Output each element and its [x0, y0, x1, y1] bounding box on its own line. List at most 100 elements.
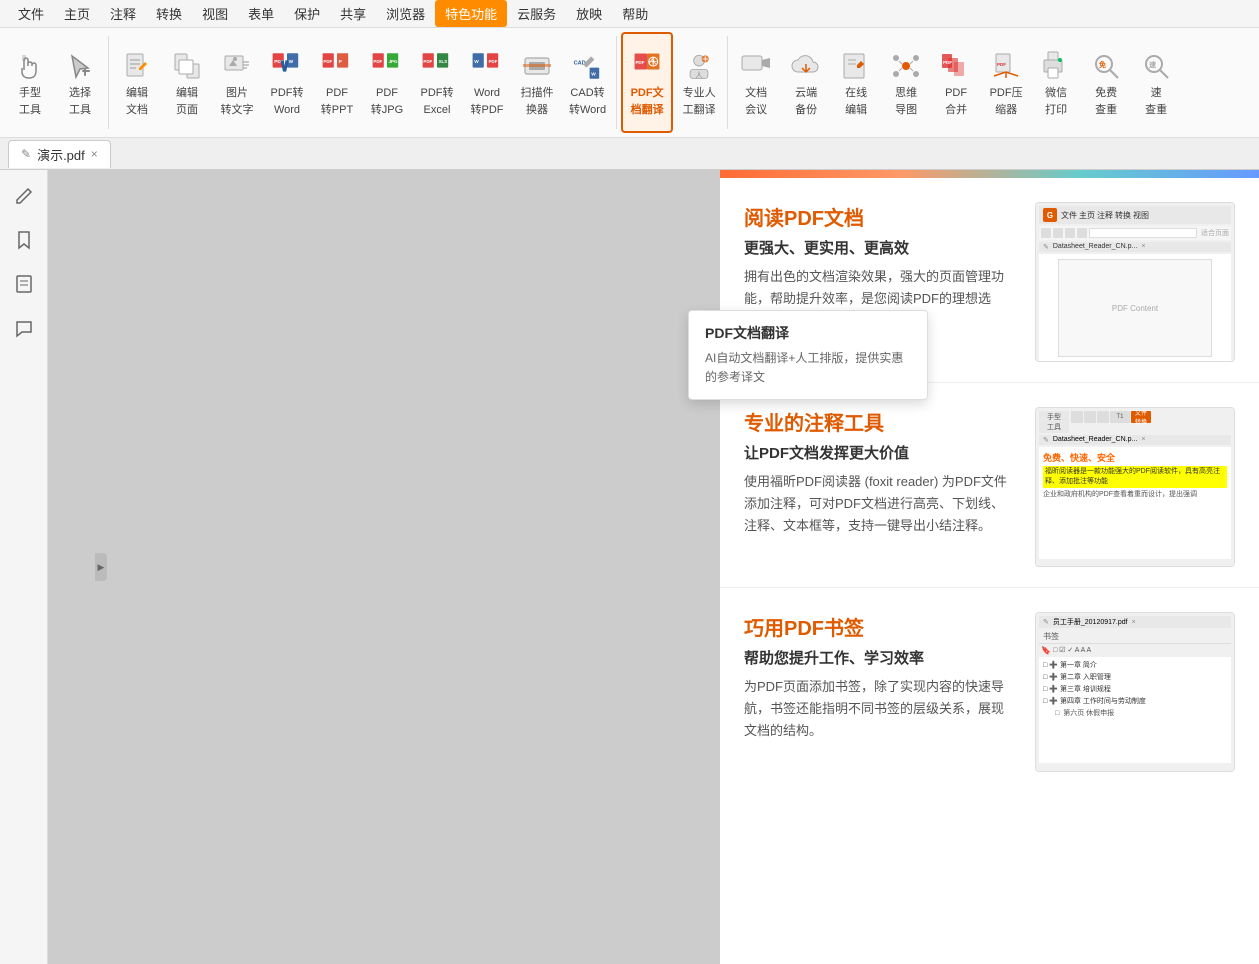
online-edit-label: 在线 [845, 86, 867, 100]
menu-item-browser[interactable]: 浏览器 [376, 0, 435, 27]
toolbar: 手型 工具 选择 工具 编辑 文档 [0, 28, 1259, 138]
pdf-translate-label2: 档翻译 [631, 103, 664, 117]
menu-item-view[interactable]: 视图 [192, 0, 238, 27]
pdf-compress-icon: PDF [988, 48, 1024, 84]
pdf-merge-label: PDF [945, 86, 967, 100]
tab-close-button[interactable]: × [91, 147, 98, 161]
hand-tool-label2: 工具 [19, 103, 41, 117]
menu-item-convert[interactable]: 转换 [146, 0, 192, 27]
pdf2jpg-label2: 转JPG [371, 103, 403, 117]
svg-text:JPG: JPG [389, 59, 398, 64]
quick-check-button[interactable]: 速 速 查重 [1132, 32, 1180, 133]
sidebar-pencil-button[interactable] [6, 178, 42, 214]
scan-label2: 换器 [526, 103, 548, 117]
pdf2excel-label: PDF转 [421, 86, 454, 100]
tabs-bar: ✎ 演示.pdf × [0, 138, 1259, 170]
menu-item-protect[interactable]: 保护 [284, 0, 330, 27]
tab-edit-icon: ✎ [21, 147, 31, 161]
edit-doc-icon [119, 48, 155, 84]
menu-item-home[interactable]: 主页 [54, 0, 100, 27]
pdf-translate-label: PDF文 [631, 86, 664, 100]
svg-text:速: 速 [1149, 60, 1156, 69]
cloud-backup-button[interactable]: 云端 备份 [782, 32, 830, 133]
wechat-print-icon [1038, 48, 1074, 84]
mind-map-icon [888, 48, 924, 84]
scan-label: 扫描件 [521, 86, 554, 100]
menu-item-annotation[interactable]: 注释 [100, 0, 146, 27]
pdf2word-label2: Word [274, 103, 300, 117]
pdf-translate-button[interactable]: PDF PDF文 档翻译 [621, 32, 673, 133]
sidebar-bookmark-button[interactable] [6, 222, 42, 258]
pdf-tab[interactable]: ✎ 演示.pdf × [8, 140, 111, 168]
doc-meeting-icon [738, 48, 774, 84]
svg-text:CAD: CAD [573, 61, 585, 67]
feature-annotation-image: 手型工具 T1 文件转换 [1035, 407, 1235, 567]
pdf2word-icon: PDF W [269, 48, 305, 84]
word2pdf-label: Word [474, 86, 500, 100]
online-edit-button[interactable]: 在线 编辑 [832, 32, 880, 133]
edit-doc-button[interactable]: 编辑 文档 [113, 32, 161, 133]
menu-item-file[interactable]: 文件 [8, 0, 54, 27]
cad2word-icon: CAD W [570, 48, 606, 84]
menu-item-help[interactable]: 帮助 [612, 0, 658, 27]
cad2word-label: CAD转 [570, 86, 604, 100]
sidebar-collapse-button[interactable]: ▶ [95, 553, 107, 581]
svg-text:W: W [289, 59, 294, 65]
svg-text:PDF: PDF [423, 59, 432, 64]
menu-item-features[interactable]: 特色功能 [435, 0, 507, 27]
pdf2jpg-button[interactable]: PDF JPG PDF 转JPG [363, 32, 411, 133]
menu-item-share[interactable]: 共享 [330, 0, 376, 27]
menu-bar: 文件 主页 注释 转换 视图 表单 保护 共享 浏览器 特色功能 云服务 放映 … [0, 0, 1259, 28]
hand-icon [12, 48, 48, 84]
doc-meeting-label: 文档 [745, 86, 767, 100]
menu-item-slideshow[interactable]: 放映 [566, 0, 612, 27]
quick-check-icon: 速 [1138, 48, 1174, 84]
pdf-preview [48, 170, 768, 964]
sidebar-comment-button[interactable] [6, 310, 42, 346]
feature-annotation: 专业的注释工具 让PDF文档发挥更大价值 使用福昕PDF阅读器 (foxit r… [720, 383, 1259, 588]
pdf2jpg-icon: PDF JPG [369, 48, 405, 84]
edit-page-icon [169, 48, 205, 84]
scan-button[interactable]: 扫描件 换器 [513, 32, 561, 133]
wechat-print-button[interactable]: 微信 打印 [1032, 32, 1080, 133]
header-strip [720, 170, 1259, 178]
menu-item-form[interactable]: 表单 [238, 0, 284, 27]
svg-text:XLS: XLS [439, 59, 448, 64]
cad2word-button[interactable]: CAD W CAD转 转Word [563, 32, 612, 133]
pdf2excel-button[interactable]: PDF XLS PDF转 Excel [413, 32, 461, 133]
hand-tool-button[interactable]: 手型 工具 [6, 32, 54, 133]
pdf2word-button[interactable]: PDF W PDF转 Word [263, 32, 311, 133]
pdf2ppt-button[interactable]: PDF P PDF 转PPT [313, 32, 361, 133]
pic-text-label2: 转文字 [221, 103, 254, 117]
pdf2word-label: PDF转 [271, 86, 304, 100]
tooltip-desc: AI自动文档翻译+人工排版，提供实惠的参考译文 [705, 349, 911, 387]
edit-page-button[interactable]: 编辑 页面 [163, 32, 211, 133]
sidebar-page-button[interactable] [6, 266, 42, 302]
svg-text:PDF: PDF [636, 60, 645, 65]
edit-page-label: 编辑 [176, 86, 198, 100]
pro-translate-button[interactable]: 人 专业人 工翻译 [675, 32, 723, 133]
online-edit-icon [838, 48, 874, 84]
quick-check-label: 速 [1151, 86, 1162, 100]
pic-text-icon [219, 48, 255, 84]
doc-meeting-button[interactable]: 文档 会议 [732, 32, 780, 133]
mind-map-button[interactable]: 思维 导图 [882, 32, 930, 133]
svg-text:人: 人 [696, 72, 703, 80]
free-check-button[interactable]: 免 免费 查重 [1082, 32, 1130, 133]
menu-item-cloud[interactable]: 云服务 [507, 0, 566, 27]
edit-doc-label2: 文档 [126, 103, 148, 117]
cloud-backup-label: 云端 [795, 86, 817, 100]
pdf2ppt-icon: PDF P [319, 48, 355, 84]
cursor-icon [62, 48, 98, 84]
pdf-compress-button[interactable]: PDF PDF压 缩器 [982, 32, 1030, 133]
svg-text:PDF: PDF [373, 59, 382, 64]
pic-text-button[interactable]: 图片 转文字 [213, 32, 261, 133]
select-tool-button[interactable]: 选择 工具 [56, 32, 104, 133]
pdf-merge-button[interactable]: PDF PDF 合并 [932, 32, 980, 133]
separator-3 [727, 36, 728, 129]
free-check-label2: 查重 [1095, 103, 1117, 117]
word2pdf-button[interactable]: W PDF Word 转PDF [463, 32, 511, 133]
feature-annotation-subtitle: 让PDF文档发挥更大价值 [744, 442, 1011, 463]
word2pdf-icon: W PDF [469, 48, 505, 84]
svg-text:W: W [474, 59, 479, 65]
